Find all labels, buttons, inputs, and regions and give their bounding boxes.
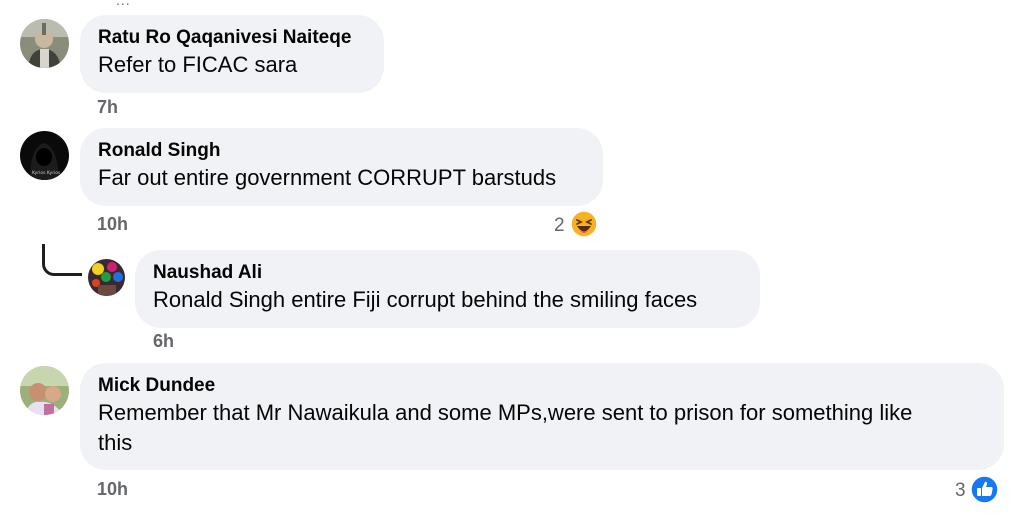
- comment-text: Far out entire government CORRUPT barstu…: [98, 165, 557, 190]
- avatar-caption: Kyrios Kyrios: [32, 170, 61, 176]
- comment-text-line-2: this: [98, 430, 133, 455]
- comment-timestamp[interactable]: 10h: [97, 214, 128, 235]
- reaction-count[interactable]: 2: [554, 215, 565, 237]
- comment-text-line-1: Remember that Mr Nawaikula and some MPs,…: [98, 400, 913, 425]
- reply-bubble: Naushad Ali Ronald Singh entire Fiji cor…: [135, 250, 760, 328]
- reply-thread-line: [42, 244, 82, 276]
- comment-text: Ronald Singh entire Fiji corrupt behind …: [153, 287, 698, 312]
- comment-bubble: Ronald Singh Far out entire government C…: [80, 128, 603, 206]
- avatar[interactable]: [20, 366, 69, 415]
- comment-timestamp[interactable]: 7h: [97, 97, 118, 118]
- comment-timestamp[interactable]: 10h: [97, 479, 128, 500]
- more-comments-indicator: ...: [116, 0, 131, 8]
- comment-timestamp[interactable]: 6h: [153, 331, 174, 352]
- comment-author[interactable]: Ronald Singh: [98, 139, 603, 163]
- avatar[interactable]: [20, 19, 69, 68]
- reaction-count[interactable]: 3: [955, 480, 966, 502]
- avatar[interactable]: Kyrios Kyrios: [20, 131, 69, 180]
- comment-author[interactable]: Naushad Ali: [153, 261, 760, 285]
- comment-author[interactable]: Ratu Ro Qaqanivesi Naiteqe: [98, 26, 384, 50]
- like-thumb-icon[interactable]: [970, 475, 999, 504]
- comment-bubble: Mick Dundee Remember that Mr Nawaikula a…: [80, 363, 1004, 470]
- haha-emoji-icon[interactable]: [570, 210, 598, 238]
- comment-text: Refer to FICAC sara: [98, 52, 298, 77]
- avatar[interactable]: [88, 259, 125, 296]
- comment-author[interactable]: Mick Dundee: [98, 374, 1004, 398]
- comment-bubble: Ratu Ro Qaqanivesi Naiteqe Refer to FICA…: [80, 15, 384, 93]
